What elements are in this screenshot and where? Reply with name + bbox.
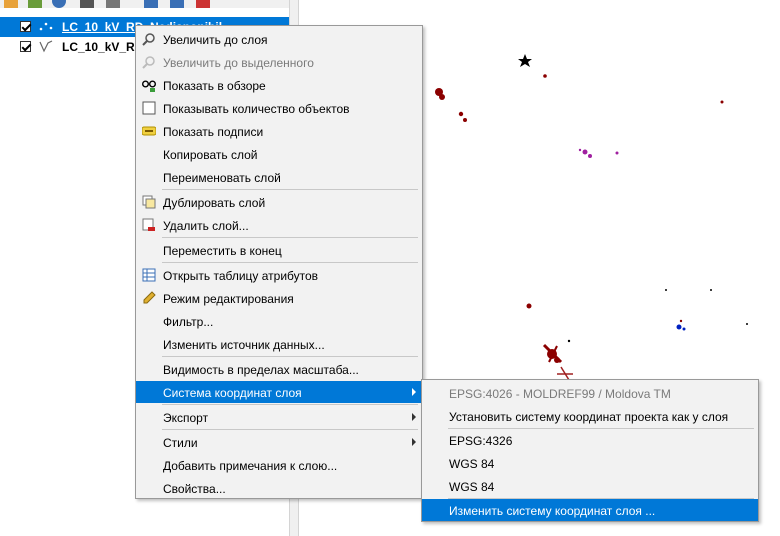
open-attribute-table-item[interactable]: Открыть таблицу атрибутов (136, 264, 422, 286)
set-project-crs-from-layer-item[interactable]: Установить систему координат проекта как… (422, 405, 758, 427)
checkbox-icon (142, 101, 156, 115)
toolbar-filter-icon[interactable] (80, 0, 94, 8)
menu-separator (162, 237, 418, 238)
toolbar-collapse-icon[interactable] (170, 0, 184, 8)
show-labels-item[interactable]: Показать подписи (136, 120, 422, 142)
remove-layer-icon (142, 218, 155, 231)
toolbar-style-icon[interactable] (4, 0, 18, 8)
copy-layer-item[interactable]: Копировать слой (136, 143, 422, 165)
submenu-arrow-icon (412, 388, 416, 396)
add-layer-notes-item[interactable]: Добавить примечания к слою... (136, 454, 422, 476)
crs-option-wgs84-alt[interactable]: WGS 84 (422, 475, 758, 497)
toolbar-expand-icon[interactable] (144, 0, 158, 8)
line-layer-icon (39, 40, 53, 53)
toggle-editing-item[interactable]: Режим редактирования (136, 287, 422, 309)
properties-item[interactable]: Свойства... (136, 477, 422, 499)
zoom-magnifier-icon (142, 33, 155, 46)
pencil-edit-icon (143, 291, 156, 304)
overview-glasses-icon (142, 80, 156, 92)
crs-option-wgs84[interactable]: WGS 84 (422, 452, 758, 474)
submenu-arrow-icon (412, 438, 416, 446)
point-layer-icon (39, 22, 53, 31)
rename-layer-item[interactable]: Переименовать слой (136, 166, 422, 188)
menu-separator (162, 404, 418, 405)
zoom-selection-icon (142, 56, 155, 69)
show-feature-count-item[interactable]: Показывать количество объектов (136, 97, 422, 119)
styles-item[interactable]: Стили (136, 431, 422, 453)
menu-separator (162, 189, 418, 190)
feature-dark-red (435, 74, 724, 381)
submenu-arrow-icon (412, 413, 416, 421)
change-layer-crs-item[interactable]: Изменить систему координат слоя ... (422, 499, 758, 521)
feature-blue (676, 324, 686, 331)
scale-visibility-item[interactable]: Видимость в пределах масштаба... (136, 358, 422, 380)
layer-crs-item[interactable]: Система координат слоя (136, 381, 422, 403)
crs-option-epsg4326[interactable]: EPSG:4326 (422, 429, 758, 451)
zoom-to-layer-item[interactable]: Увеличить до слоя (136, 28, 422, 50)
menu-separator (162, 356, 418, 357)
change-data-source-item[interactable]: Изменить источник данных... (136, 333, 422, 355)
menu-separator (162, 429, 418, 430)
export-item[interactable]: Экспорт (136, 406, 422, 428)
menu-separator (162, 262, 418, 263)
filter-item[interactable]: Фильтр... (136, 310, 422, 332)
attribute-table-icon (142, 268, 156, 282)
toolbar-remove-layer-icon[interactable] (196, 0, 210, 8)
toolbar (0, 0, 295, 8)
layer-visibility-checkbox[interactable] (20, 21, 31, 32)
layer-name: LC_10_kV_RD (62, 40, 144, 54)
toolbar-filter-legend-icon[interactable] (106, 0, 120, 8)
layer-context-menu: Увеличить до слоя Увеличить до выделенно… (135, 25, 423, 499)
crs-submenu: EPSG:4026 - MOLDREF99 / Moldova TM Устан… (421, 379, 759, 522)
show-in-overview-item[interactable]: Показать в обзоре (136, 74, 422, 96)
move-to-bottom-item[interactable]: Переместить в конец (136, 239, 422, 261)
toolbar-add-group-icon[interactable] (28, 0, 42, 8)
duplicate-layer-item[interactable]: Дублировать слой (136, 191, 422, 213)
duplicate-layer-icon (142, 195, 156, 209)
labels-abc-icon (142, 126, 156, 136)
remove-layer-item[interactable]: Удалить слой... (136, 214, 422, 236)
toolbar-manage-visibility-icon[interactable] (52, 0, 66, 8)
zoom-to-selection-item[interactable]: Увеличить до выделенного (136, 51, 422, 73)
crs-current-item[interactable]: EPSG:4026 - MOLDREF99 / Moldova TM (422, 382, 758, 404)
layer-visibility-checkbox[interactable] (20, 41, 31, 52)
feature-purple (578, 148, 619, 158)
feature-black-marks (518, 54, 748, 343)
